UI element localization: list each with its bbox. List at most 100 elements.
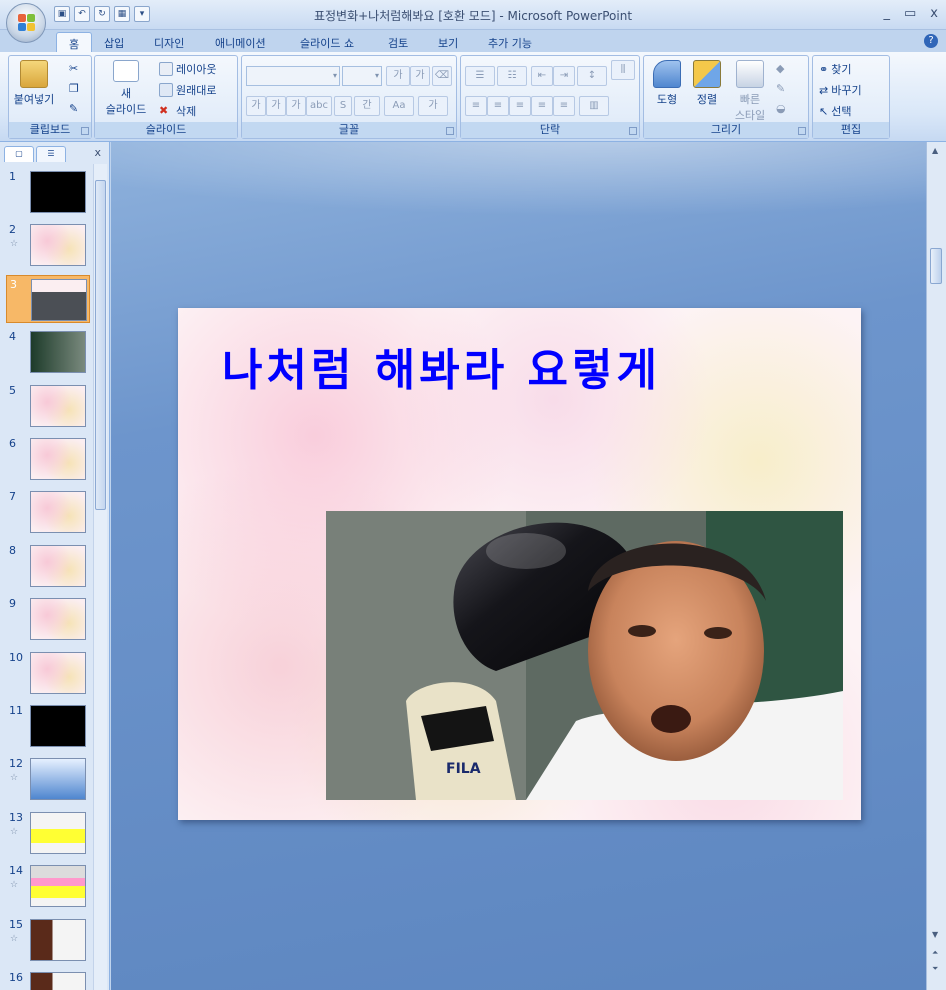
slide-thumbnail-9[interactable]: 9 xyxy=(6,595,90,643)
slide-title[interactable]: 나처럼 해봐라 요렇게 xyxy=(222,334,661,398)
slide-thumbnail-15[interactable]: 15 ☆ xyxy=(6,916,90,964)
scroll-down-icon[interactable]: ▼ xyxy=(932,930,938,939)
char-spacing-button[interactable]: 간 xyxy=(354,96,380,116)
paragraph-launcher-icon[interactable] xyxy=(629,127,637,135)
shadow-button[interactable]: S xyxy=(334,96,352,116)
numbering-button[interactable]: ☷ xyxy=(497,66,527,86)
slide-thumbnail-11[interactable]: 11 xyxy=(6,702,90,750)
maximize-button[interactable]: ▭ xyxy=(904,6,916,21)
panel-tabs: ▢ ☰ xyxy=(4,146,104,162)
tab-review[interactable]: 검토 xyxy=(376,32,420,52)
select-button[interactable]: ↖ 선택 xyxy=(819,103,851,119)
workspace-scrollbar-thumb[interactable] xyxy=(930,248,942,284)
help-icon[interactable]: ? xyxy=(924,34,938,48)
slide-thumbnail-10[interactable]: 10 xyxy=(6,649,90,697)
tab-view[interactable]: 보기 xyxy=(426,32,470,52)
tab-addins[interactable]: 추가 기능 xyxy=(476,32,544,52)
slide-preview-image xyxy=(30,491,86,534)
tab-insert[interactable]: 삽입 xyxy=(92,32,136,52)
slide-thumbnail-7[interactable]: 7 xyxy=(6,488,90,536)
slide-photo[interactable]: FILA xyxy=(326,511,843,800)
slide-thumbnail-8[interactable]: 8 xyxy=(6,542,90,590)
panel-scrollbar[interactable] xyxy=(93,164,107,990)
font-color-button[interactable]: 가 xyxy=(418,96,448,116)
clipboard-launcher-icon[interactable] xyxy=(81,127,89,135)
reset-button[interactable]: 원래대로 xyxy=(159,82,216,98)
bullets-button[interactable]: ☰ xyxy=(465,66,495,86)
find-button[interactable]: ⚭ 찾기 xyxy=(819,61,851,77)
slide-thumbnail-5[interactable]: 5 xyxy=(6,382,90,430)
font-size-combo[interactable]: ▾ xyxy=(342,66,382,86)
slide-thumbnail-4[interactable]: 4 xyxy=(6,328,90,376)
slides-tab-icon[interactable]: ▢ xyxy=(4,146,34,162)
increase-indent-button[interactable]: ⇥ xyxy=(553,66,575,86)
workspace-scrollbar[interactable]: ▲ ▼ ⏶ ⏷ xyxy=(926,142,946,990)
align-center-button[interactable]: ≡ xyxy=(487,96,509,116)
justify-button[interactable]: ≡ xyxy=(531,96,553,116)
italic-button[interactable]: 가 xyxy=(266,96,286,116)
slide-thumbnails: 1 2 ☆ 3 4 5 6 7 8 9 10 11 12 ☆ 13 ☆ 14 ☆ 15 ☆ 16 xyxy=(0,164,92,990)
slide-thumbnail-1[interactable]: 1 xyxy=(6,168,90,216)
font-group: ▾ ▾ 가 가 ⌫ 가 가 가 abc S 간 Aa 가 글꼴 xyxy=(241,55,457,139)
align-right-button[interactable]: ≡ xyxy=(509,96,531,116)
current-slide[interactable]: 나처럼 해봐라 요렇게 FILA xyxy=(178,308,861,820)
copy-icon[interactable]: ❐ xyxy=(69,82,79,95)
font-name-combo[interactable]: ▾ xyxy=(246,66,340,86)
cut-icon[interactable]: ✂ xyxy=(69,62,78,75)
distributed-button[interactable]: ≡ xyxy=(553,96,575,116)
change-case-button[interactable]: Aa xyxy=(384,96,414,116)
previous-slide-icon[interactable]: ⏶ xyxy=(932,948,938,958)
paragraph-group-label: 단락 xyxy=(461,122,639,138)
underline-button[interactable]: 가 xyxy=(286,96,306,116)
slide-number: 15 xyxy=(9,917,23,931)
arrange-button[interactable]: 정렬 xyxy=(688,60,726,107)
shape-effects-icon[interactable]: ◒ xyxy=(776,102,786,115)
minimize-button[interactable]: _ xyxy=(884,6,891,21)
columns-button[interactable]: ▥ xyxy=(579,96,609,116)
bold-button[interactable]: 가 xyxy=(246,96,266,116)
close-button[interactable]: x xyxy=(930,6,938,21)
format-painter-icon[interactable]: ✎ xyxy=(69,102,78,115)
panel-scrollbar-thumb[interactable] xyxy=(95,180,106,510)
tab-slideshow[interactable]: 슬라이드 쇼 xyxy=(288,32,366,52)
align-left-button[interactable]: ≡ xyxy=(465,96,487,116)
quick-styles-button[interactable]: 빠른 스타일 xyxy=(728,60,772,123)
shape-outline-icon[interactable]: ✎ xyxy=(776,82,785,95)
text-direction-button[interactable]: ⫼ xyxy=(611,60,635,80)
panel-close-button[interactable]: x xyxy=(94,146,101,159)
clear-format-button[interactable]: ⌫ xyxy=(432,66,452,86)
paste-button[interactable]: 붙여넣기 xyxy=(13,60,55,107)
decrease-indent-button[interactable]: ⇤ xyxy=(531,66,553,86)
slide-thumbnail-13[interactable]: 13 ☆ xyxy=(6,809,90,857)
line-spacing-button[interactable]: ↕ xyxy=(577,66,607,86)
slide-thumbnail-12[interactable]: 12 ☆ xyxy=(6,755,90,803)
shrink-font-button[interactable]: 가 xyxy=(410,66,430,86)
replace-button[interactable]: ⇄ 바꾸기 xyxy=(819,82,862,98)
shapes-button[interactable]: 도형 xyxy=(648,60,686,107)
tab-animations[interactable]: 애니메이션 xyxy=(203,32,278,52)
office-button[interactable] xyxy=(6,3,46,43)
new-slide-button[interactable]: 새 슬라이드 xyxy=(97,60,155,117)
strikethrough-button[interactable]: abc xyxy=(306,96,332,116)
slide-preview-image xyxy=(30,224,86,267)
tab-home[interactable]: 홈 xyxy=(56,32,93,52)
tab-design[interactable]: 디자인 xyxy=(142,32,196,52)
shape-fill-icon[interactable]: ◆ xyxy=(776,62,784,75)
svg-text:FILA: FILA xyxy=(446,761,481,777)
next-slide-icon[interactable]: ⏷ xyxy=(932,964,938,974)
slide-thumbnail-3[interactable]: 3 xyxy=(6,274,90,323)
slide-number: 3 xyxy=(10,277,17,291)
outline-tab-icon[interactable]: ☰ xyxy=(36,146,66,162)
font-launcher-icon[interactable] xyxy=(446,127,454,135)
slide-thumbnail-2[interactable]: 2 ☆ xyxy=(6,221,90,269)
title-bar: ▣ ↶ ↻ ▦ ▾ 표정변화+나처럼해봐요 [호환 모드] - Microsof… xyxy=(0,0,946,43)
slide-thumbnail-16[interactable]: 16 xyxy=(6,969,90,990)
grow-font-button[interactable]: 가 xyxy=(386,66,410,86)
layout-button[interactable]: 레이아웃 xyxy=(159,61,216,77)
slide-thumbnail-6[interactable]: 6 xyxy=(6,435,90,483)
ribbon: 붙여넣기 ✂ ❐ ✎ 클립보드 새 슬라이드 레이아웃 원래대로 ✖ 삭제 슬라… xyxy=(0,52,946,142)
scroll-up-icon[interactable]: ▲ xyxy=(932,146,938,155)
slide-thumbnail-14[interactable]: 14 ☆ xyxy=(6,862,90,910)
drawing-launcher-icon[interactable] xyxy=(798,127,806,135)
delete-button[interactable]: ✖ 삭제 xyxy=(159,103,196,119)
